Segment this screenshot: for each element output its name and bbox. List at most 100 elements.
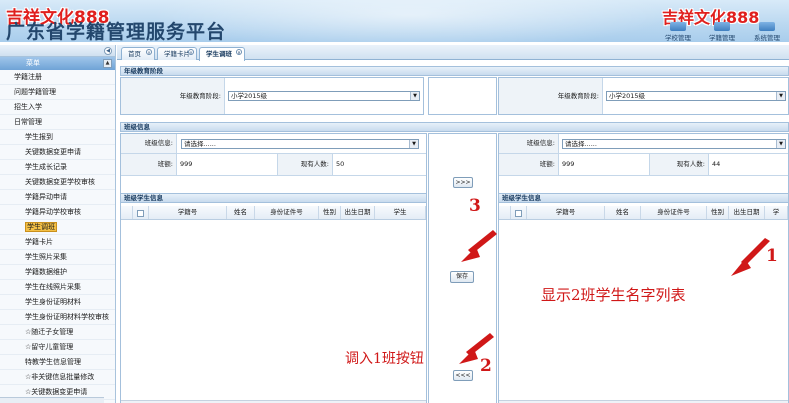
col-student-id[interactable]: 学籍号 (527, 206, 605, 219)
sidebar-item[interactable]: 学籍异动申请 (0, 190, 115, 205)
tab-class-transfer[interactable]: 学生调班 × (199, 47, 245, 61)
tab-label: 首页 (128, 50, 141, 58)
sidebar-item[interactable]: 学生成长记录 (0, 160, 115, 175)
grade-select-left[interactable]: 小学2015级 ▼ (228, 91, 420, 101)
annotation-text-right-list: 显示2班学生名字列表 (541, 286, 686, 304)
move-left-button[interactable]: <<< (453, 370, 473, 381)
sidebar-item[interactable]: 学籍卡片 (0, 235, 115, 250)
move-right-button[interactable]: >>> (453, 177, 473, 188)
sidebar-item[interactable]: 学生身份证明材料 (0, 295, 115, 310)
col-birth-date[interactable]: 出生日期 (341, 206, 375, 219)
sidebar-item-label: 学生身份证明材料学校审核 (25, 313, 109, 321)
save-button[interactable]: 保存 (450, 271, 474, 283)
col-id-number[interactable]: 身份证件号 (641, 206, 707, 219)
col-birth-date[interactable]: 出生日期 (729, 206, 765, 219)
col-gender[interactable]: 性别 (319, 206, 341, 219)
sidebar-item-label: 学籍注册 (14, 73, 42, 81)
sidebar-item[interactable]: 学生报到 (0, 130, 115, 145)
grade-panel-middle (428, 77, 497, 115)
school-icon (670, 22, 686, 31)
sidebar-item[interactable]: ☆随迁子女管理 (0, 325, 115, 340)
sidebar-item-label: ☆留守儿童管理 (25, 343, 74, 351)
sidebar-item-label: 学籍异动申请 (25, 193, 67, 201)
col-name[interactable]: 姓名 (605, 206, 641, 219)
col-gender[interactable]: 性别 (707, 206, 729, 219)
sidebar-item[interactable]: 学生调班 (0, 220, 115, 235)
sidebar-item-label: 学生调班 (25, 222, 57, 232)
sidebar-item[interactable]: ☆非关键信息批量修改 (0, 370, 115, 385)
collapse-sidebar-icon[interactable]: ◀ (104, 47, 112, 55)
current-count-value: 50 (336, 160, 345, 168)
select-all-checkbox[interactable] (133, 206, 149, 219)
close-icon[interactable]: × (236, 49, 242, 55)
class-select-left[interactable]: 请选择...... ▼ (181, 139, 419, 149)
tab-home[interactable]: 首页 × (121, 47, 155, 60)
sidebar-item[interactable]: 问题学籍管理 (0, 85, 115, 100)
class-size-value: 999 (180, 160, 193, 168)
records-icon (714, 22, 730, 31)
select-all-checkbox[interactable] (511, 206, 527, 219)
nav-school-management[interactable]: 学校管理 (656, 22, 700, 42)
sidebar-item[interactable]: 学生在线照片采集 (0, 280, 115, 295)
close-icon[interactable]: × (146, 49, 152, 55)
class-select-row: 班级信息: 请选择...... ▼ (121, 134, 426, 154)
sidebar-item[interactable]: ☆留守儿童管理 (0, 340, 115, 355)
sidebar-menu-list: 学籍注册问题学籍管理 招生入学日常管理学生报到关键数据变更申请学生成长记录关键数据… (0, 70, 115, 400)
sidebar-horizontal-scrollbar[interactable] (0, 397, 104, 403)
grade-select-right[interactable]: 小学2015级 ▼ (606, 91, 786, 101)
grid-row-number-header (499, 206, 511, 219)
grade-select-value: 小学2015级 (231, 92, 268, 100)
sidebar-item[interactable]: 招生入学 (0, 100, 115, 115)
sidebar-item-label: 学生在线照片采集 (25, 283, 81, 291)
chevron-down-icon: ▼ (409, 140, 418, 148)
sidebar-item-label: 关键数据变更学校审核 (25, 178, 95, 186)
sidebar-item-label: 学生身份证明材料 (25, 298, 81, 306)
col-id-number[interactable]: 身份证件号 (255, 206, 319, 219)
class-size-label: 班额: (499, 154, 559, 175)
close-icon[interactable]: × (188, 49, 194, 55)
sidebar-item[interactable]: 学生身份证明材料学校审核 (0, 310, 115, 325)
platform-title: 广东省学籍管理服务平台 (6, 21, 227, 42)
class-select-right[interactable]: 请选择...... ▼ (562, 139, 786, 149)
right-class-panel: 班级信息: 请选择...... ▼ 班额: 999 现有人数: 44 班级学生信… (498, 133, 789, 403)
sidebar-toolbar: ◀ (0, 45, 115, 57)
sidebar-item-label: 学生成长记录 (25, 163, 67, 171)
nav-records-management[interactable]: 学籍管理 (700, 22, 744, 42)
scroll-up-icon[interactable]: ▲ (103, 59, 112, 68)
sidebar-item-label: 学籍异动学校审核 (25, 208, 81, 216)
sidebar-item[interactable]: 学籍注册 (0, 70, 115, 85)
sidebar-item[interactable]: 日常管理 (0, 115, 115, 130)
chevron-down-icon: ▼ (776, 140, 785, 148)
sidebar-item[interactable]: 学籍数据维护 (0, 265, 115, 280)
nav-system-management[interactable]: 系统管理 (745, 22, 789, 42)
sidebar-item-label: 日常管理 (14, 118, 42, 126)
section-header-students-left: 班级学生信息 (120, 193, 427, 203)
sidebar-item[interactable]: 关键数据变更学校审核 (0, 175, 115, 190)
sidebar-item[interactable]: 特教学生信息管理 (0, 355, 115, 370)
col-student-id[interactable]: 学籍号 (149, 206, 227, 219)
current-count-label: 现有人数: (649, 154, 709, 175)
sidebar-item-label: 学生照片采集 (25, 253, 67, 261)
sidebar-item[interactable]: 关键数据变更申请 (0, 145, 115, 160)
class-select-value: 请选择...... (565, 140, 597, 148)
tab-student-card[interactable]: 学籍卡片 × (157, 47, 197, 60)
sidebar-item-label: ☆非关键信息批量修改 (25, 373, 95, 381)
current-count-label: 现有人数: (277, 154, 333, 175)
col-student[interactable]: 学生 (375, 206, 426, 219)
col-name[interactable]: 姓名 (227, 206, 255, 219)
tab-bar: 首页 × 学籍卡片 × 学生调班 × (117, 45, 789, 61)
class-info-label: 班级信息: (121, 134, 177, 153)
chevron-down-icon: ▼ (776, 92, 785, 100)
sidebar-item[interactable]: 学生照片采集 (0, 250, 115, 265)
class-size-row: 班额: 999 现有人数: 44 (499, 154, 788, 176)
grade-label: 年级教育阶段: (121, 78, 225, 114)
annotation-text-move-button: 调入1班按钮 (345, 351, 424, 367)
nav-label: 系统管理 (754, 34, 780, 42)
sidebar-item-label: 学生报到 (25, 133, 53, 141)
col-student[interactable]: 学 (765, 206, 788, 219)
sidebar-item[interactable]: 学籍异动学校审核 (0, 205, 115, 220)
section-header-grade: 年级教育阶段 (120, 66, 789, 76)
class-size-label: 班额: (121, 154, 177, 175)
sidebar-menu-title: 菜单 (26, 59, 40, 67)
header-decoration (150, 0, 670, 42)
